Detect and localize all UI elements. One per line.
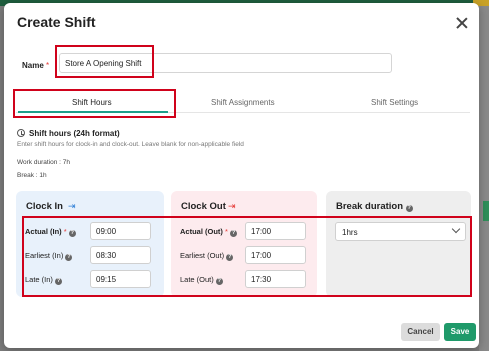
section-title: Shift hours (24h format) [29,129,120,138]
create-shift-modal: Create Shift Name * Shift Hours Shift As… [4,3,479,348]
background-page [479,6,489,351]
close-icon[interactable] [456,17,468,29]
annotation-box-name [55,45,154,78]
tab-shift-settings[interactable]: Shift Settings [371,98,418,107]
name-label: Name * [22,61,50,70]
break-summary: Break : 1h [17,172,47,179]
work-duration: Work duration : 7h [17,159,70,166]
cancel-button[interactable]: Cancel [401,323,440,341]
clock-in-title: Clock In [26,201,63,212]
save-button[interactable]: Save [444,323,476,341]
clock-out-title: Clock Out [181,201,226,212]
annotation-box-times [22,216,472,297]
help-icon: ? [405,205,413,212]
break-duration-title: Break duration ? [336,201,413,212]
section-description: Enter shift hours for clock-in and clock… [17,141,244,148]
annotation-box-tab [13,89,176,118]
modal-title: Create Shift [17,14,96,30]
clock-out-icon: ⇥ [228,201,236,211]
tab-shift-assignments[interactable]: Shift Assignments [211,98,275,107]
clock-in-icon: ⇥ [68,201,76,211]
clock-icon [17,129,25,137]
